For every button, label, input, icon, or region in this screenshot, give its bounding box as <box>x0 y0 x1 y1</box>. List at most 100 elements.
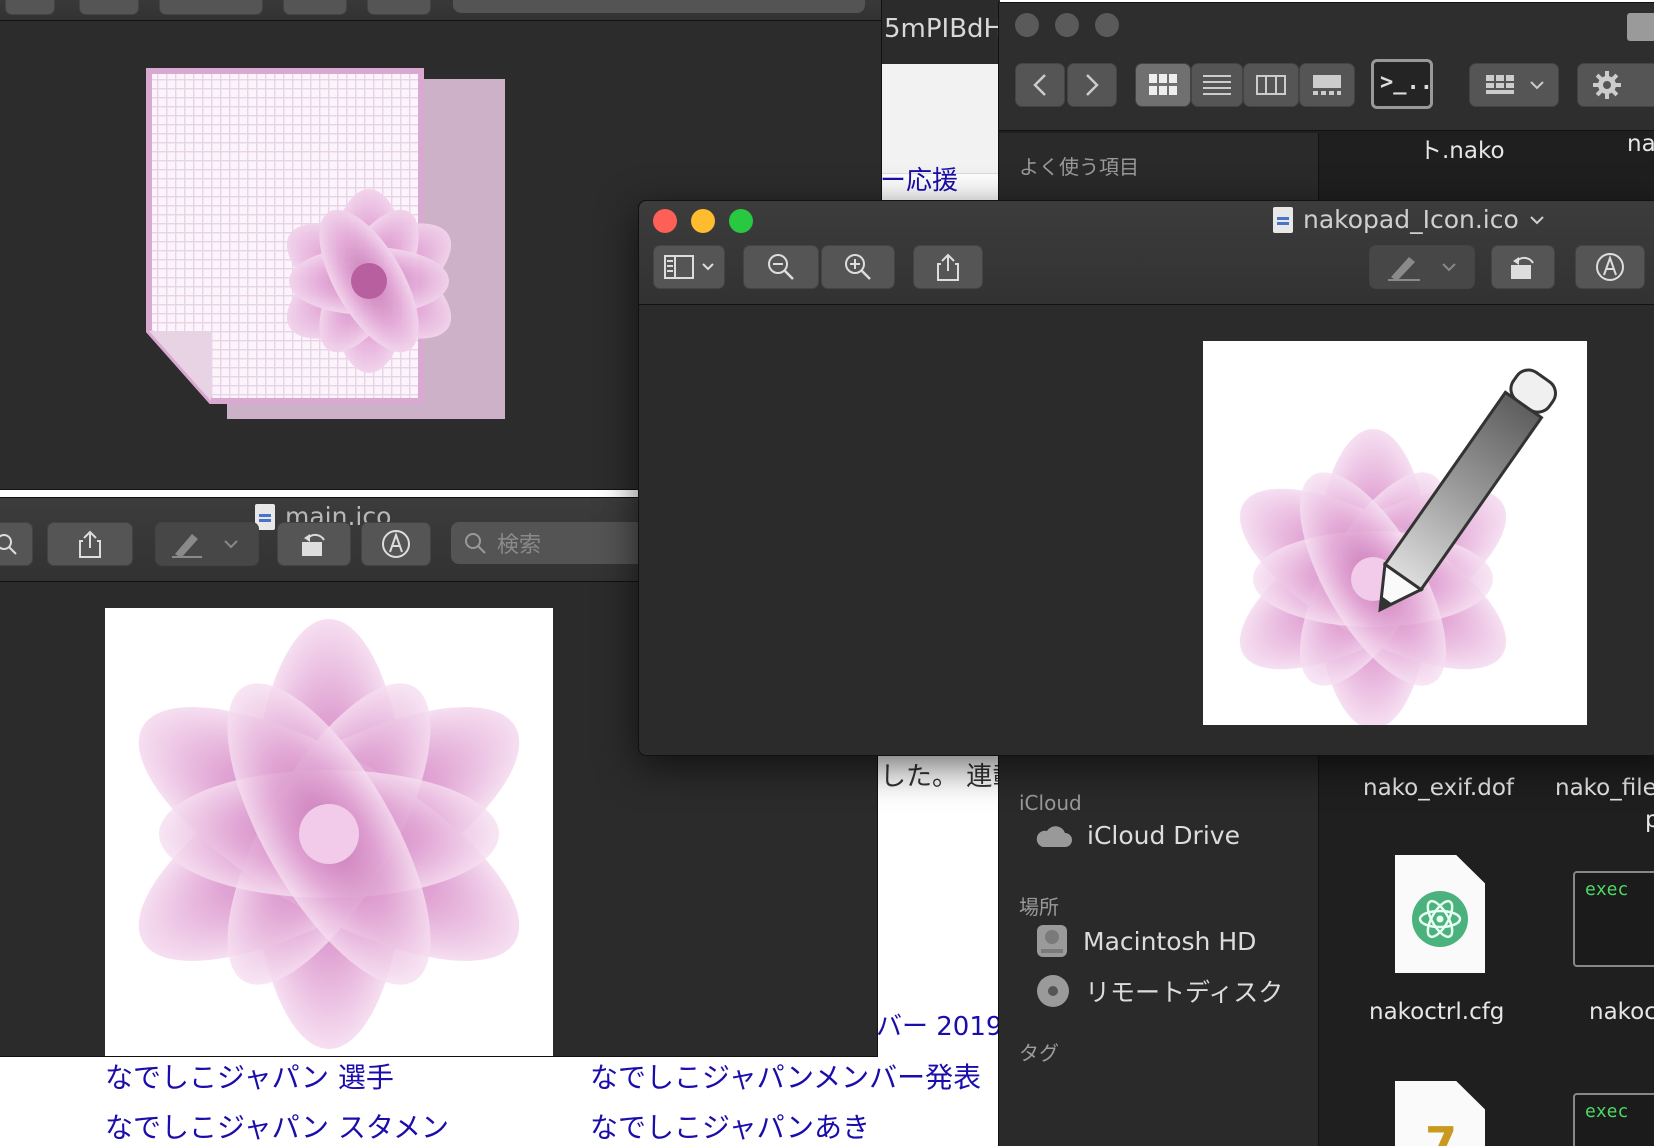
markup-pen-button[interactable] <box>155 522 259 566</box>
zoom-in-button[interactable] <box>821 245 895 289</box>
rotate-button[interactable] <box>1491 245 1555 289</box>
archive-file-icon[interactable]: 7 <box>1395 1081 1485 1146</box>
terminal-icon[interactable]: >_.. <box>1371 59 1433 109</box>
disc-icon <box>1037 975 1069 1007</box>
annotate-button[interactable] <box>361 522 431 566</box>
related-search-link[interactable]: なでしこジャパンメンバー発表 <box>590 1056 981 1096</box>
list-view-icon <box>1203 75 1231 95</box>
close-button[interactable] <box>653 209 677 233</box>
folder-icon <box>1627 13 1654 41</box>
zoom-button[interactable] <box>729 209 753 233</box>
share-button[interactable] <box>79 0 139 15</box>
view-columns-button[interactable] <box>1243 63 1299 107</box>
share-button[interactable] <box>47 522 133 566</box>
exec-file-icon[interactable]: exec <box>1573 871 1654 967</box>
page-member-fragment[interactable]: バー 2019 <box>876 1006 1002 1043</box>
file-name-label[interactable]: nako_exif.dof <box>1363 775 1514 801</box>
chevron-right-icon <box>1086 74 1099 96</box>
view-list-button[interactable] <box>1191 63 1243 107</box>
archive-glyph: 7 <box>1425 1117 1458 1146</box>
places-header: 場所 <box>1019 895 1059 919</box>
chevron-left-icon <box>1033 74 1046 96</box>
terminal-prompt-glyph: >_.. <box>1380 70 1433 95</box>
rotate-icon <box>1511 256 1534 279</box>
column-view-icon <box>1256 75 1286 95</box>
grid-view-icon <box>1149 74 1177 95</box>
rotate-button[interactable] <box>283 0 347 15</box>
gear-icon <box>1593 71 1621 99</box>
chevron-down-icon <box>224 540 238 549</box>
atom-file-icon[interactable] <box>1395 855 1485 973</box>
atom-icon <box>1412 891 1468 947</box>
nakopad-icon-preview-window: nakopad_Icon.ico <box>638 200 1654 756</box>
rotate-button[interactable] <box>277 522 351 566</box>
related-search-link[interactable]: なでしこジャパン 選手 <box>105 1056 394 1096</box>
toolbar-button[interactable] <box>5 0 55 15</box>
related-search-link[interactable]: なでしこジャパン スタメン <box>105 1106 449 1146</box>
rotate-icon <box>302 533 325 556</box>
markup-pen-button[interactable] <box>159 0 263 15</box>
sidebar-item-macintosh-hd[interactable]: Macintosh HD <box>1035 923 1256 959</box>
gallery-view-icon <box>1313 75 1341 95</box>
file-name-label[interactable]: p <box>1645 807 1654 833</box>
markup-pen-button[interactable] <box>1369 245 1475 289</box>
minimize-button[interactable] <box>691 209 715 233</box>
zoom-out-icon <box>0 534 17 555</box>
file-name-label[interactable]: ト.nako <box>1419 131 1505 165</box>
sidebar-item-icloud-drive[interactable]: iCloud Drive <box>1035 821 1240 850</box>
action-button[interactable] <box>1577 63 1654 107</box>
view-gallery-button[interactable] <box>1299 63 1355 107</box>
zoom-out-button[interactable] <box>0 522 33 566</box>
icloud-header: iCloud <box>1019 791 1082 815</box>
search-input[interactable] <box>453 0 865 13</box>
sidebar-item-label: Macintosh HD <box>1083 926 1257 956</box>
finder-toolbar: >_.. <box>999 3 1654 131</box>
back-button[interactable] <box>1015 63 1065 107</box>
share-icon <box>79 530 101 558</box>
chevron-down-icon <box>1530 81 1544 90</box>
image-canvas <box>1203 341 1587 729</box>
file-name-label[interactable]: nakoc <box>1589 999 1654 1025</box>
window-title[interactable]: nakopad_Icon.ico <box>1273 205 1545 234</box>
tags-header: タグ <box>1019 1041 1059 1065</box>
chevron-down-icon <box>1442 263 1456 272</box>
group-button[interactable] <box>1469 63 1559 107</box>
chevron-down-icon <box>702 263 714 271</box>
browser-url-fragment[interactable]: 5mPIBdH <box>884 14 1003 44</box>
toolbar: nakopad_Icon.ico <box>639 201 1654 305</box>
file-name-label[interactable]: na <box>1627 131 1654 157</box>
file-name-label[interactable]: nakoctrl.cfg <box>1369 999 1504 1025</box>
image-canvas <box>105 608 553 1056</box>
minimize-button[interactable] <box>1055 13 1079 37</box>
annotate-button[interactable] <box>1575 245 1645 289</box>
zoom-in-icon <box>845 254 871 280</box>
chevron-down-icon <box>1530 215 1544 224</box>
window-title-text: nakopad_Icon.ico <box>1303 205 1519 234</box>
related-search-link[interactable]: なでしこジャパンあき <box>590 1106 870 1146</box>
zoom-button[interactable] <box>1095 13 1119 37</box>
file-name-label[interactable]: nako_file <box>1555 775 1654 801</box>
view-icons-button[interactable] <box>1135 63 1191 107</box>
disk-icon <box>1037 925 1067 957</box>
annotate-button[interactable] <box>367 0 431 15</box>
share-icon <box>937 253 959 281</box>
sidebar-item-remote-disc[interactable]: リモートディスク <box>1035 973 1283 1009</box>
exec-label: exec <box>1585 879 1629 900</box>
sidebar-toggle-button[interactable] <box>653 245 725 289</box>
share-button[interactable] <box>913 245 983 289</box>
markup-icon <box>382 530 410 558</box>
browser-header-band <box>880 64 1000 174</box>
exec-file-icon[interactable]: exec <box>1573 1093 1654 1146</box>
close-button[interactable] <box>1015 13 1039 37</box>
exec-label: exec <box>1585 1101 1629 1122</box>
forward-button[interactable] <box>1067 63 1117 107</box>
document-flower-icon <box>146 68 505 419</box>
zoom-out-button[interactable] <box>743 245 819 289</box>
page-heading-fragment[interactable]: ー応援 <box>880 160 958 197</box>
markup-icon <box>1596 253 1624 281</box>
document-icon <box>1273 206 1293 233</box>
sidebar-toggle-icon <box>664 255 694 279</box>
cloud-icon <box>1036 825 1072 847</box>
pen-icon <box>172 534 202 558</box>
nakopad-icon-image <box>1239 368 1557 729</box>
